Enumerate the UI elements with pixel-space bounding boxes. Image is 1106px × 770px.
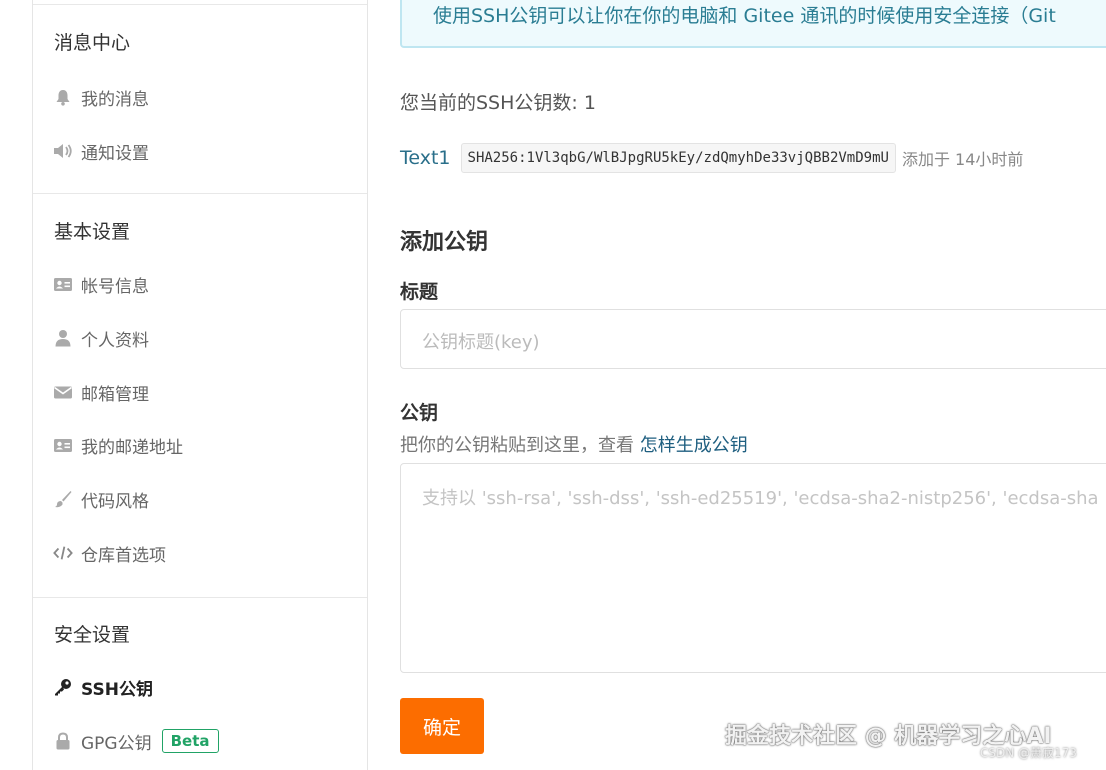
sidebar-item-label: 个人资料 — [81, 330, 149, 351]
how-to-generate-key-link[interactable]: 怎样生成公钥 — [640, 435, 748, 456]
section-title-security: 安全设置 — [54, 624, 131, 646]
sidebar-item-repo-preferences[interactable]: 仓库首选项 — [33, 533, 367, 573]
key-icon — [53, 678, 73, 696]
section-divider — [33, 597, 367, 598]
submit-button[interactable]: 确定 — [400, 698, 484, 754]
section-title-basic: 基本设置 — [54, 221, 131, 243]
code-icon — [53, 544, 73, 562]
add-key-heading: 添加公钥 — [400, 230, 489, 255]
key-title-input[interactable]: 公钥标题(key) — [400, 309, 1106, 369]
sidebar-item-label: 仓库首选项 — [81, 545, 166, 566]
sidebar-item-profile[interactable]: 个人资料 — [33, 318, 367, 358]
public-key-textarea[interactable]: 支持以 'ssh-rsa', 'ssh-dss', 'ssh-ed25519',… — [400, 463, 1106, 673]
notice-text: 使用SSH公钥可以让你在你的电脑和 Gitee 通讯的时候使用安全连接（Git — [433, 5, 1056, 27]
ssh-key-fingerprint: SHA256:1Vl3qbG/WlBJpgRU5kEy/zdQmyhDe33vj… — [460, 143, 896, 173]
speaker-icon — [53, 142, 73, 160]
title-label: 标题 — [400, 281, 439, 303]
sidebar-item-ssh-keys[interactable]: SSH公钥 — [33, 667, 367, 707]
bell-icon — [53, 88, 73, 106]
section-title-messages: 消息中心 — [54, 32, 131, 54]
sidebar-top-divider — [33, 4, 367, 5]
public-key-hint: 把你的公钥粘贴到这里，查看 怎样生成公钥 — [400, 431, 748, 457]
section-divider — [33, 193, 367, 194]
user-icon — [53, 329, 73, 347]
brush-icon — [53, 490, 73, 508]
address-card-icon — [53, 436, 73, 454]
ssh-key-count: 您当前的SSH公钥数: 1 — [400, 92, 596, 114]
lock-icon — [53, 732, 73, 750]
ssh-key-name[interactable]: Text1 — [400, 147, 451, 169]
sidebar-item-label: GPG公钥 — [81, 733, 152, 754]
sidebar-item-my-messages[interactable]: 我的消息 — [33, 77, 367, 117]
sidebar-item-notification-settings[interactable]: 通知设置 — [33, 131, 367, 171]
sidebar-item-label: 代码风格 — [81, 491, 149, 512]
sidebar-item-label: 通知设置 — [81, 143, 149, 164]
public-key-placeholder: 支持以 'ssh-rsa', 'ssh-dss', 'ssh-ed25519',… — [422, 488, 1099, 509]
sidebar-item-label: 我的消息 — [81, 89, 149, 110]
ssh-key-added-time: 添加于 14小时前 — [901, 150, 1024, 169]
hint-text: 把你的公钥粘贴到这里，查看 — [400, 435, 640, 456]
sidebar-item-gpg-keys[interactable]: GPG公钥 Beta — [33, 721, 367, 761]
ssh-key-row: Text1 SHA256:1Vl3qbG/WlBJpgRU5kEy/zdQmyh… — [400, 142, 1023, 174]
id-card-icon — [53, 275, 73, 293]
public-key-label: 公钥 — [400, 402, 439, 424]
sidebar-item-label: 邮箱管理 — [81, 384, 149, 405]
ssh-keys-panel: 使用SSH公钥可以让你在你的电脑和 Gitee 通讯的时候使用安全连接（Git … — [400, 0, 1106, 770]
sidebar-item-postal-address[interactable]: 我的邮递地址 — [33, 425, 367, 465]
watermark-sub: CSDN @萧寂173 — [980, 746, 1077, 760]
sidebar-item-label: SSH公钥 — [81, 679, 153, 700]
sidebar-item-code-style[interactable]: 代码风格 — [33, 479, 367, 519]
beta-badge: Beta — [161, 729, 219, 753]
key-title-placeholder: 公钥标题(key) — [422, 332, 540, 353]
sidebar-item-email[interactable]: 邮箱管理 — [33, 372, 367, 412]
settings-sidebar: 消息中心 我的消息 通知设置 基本设置 帐号信息 个人资料 邮箱管理 我的邮递地… — [32, 0, 368, 770]
sidebar-item-label: 帐号信息 — [81, 276, 149, 297]
sidebar-item-label: 我的邮递地址 — [81, 437, 183, 458]
sidebar-item-account-info[interactable]: 帐号信息 — [33, 264, 367, 304]
envelope-icon — [53, 383, 73, 401]
info-notice: 使用SSH公钥可以让你在你的电脑和 Gitee 通讯的时候使用安全连接（Git — [400, 0, 1106, 48]
